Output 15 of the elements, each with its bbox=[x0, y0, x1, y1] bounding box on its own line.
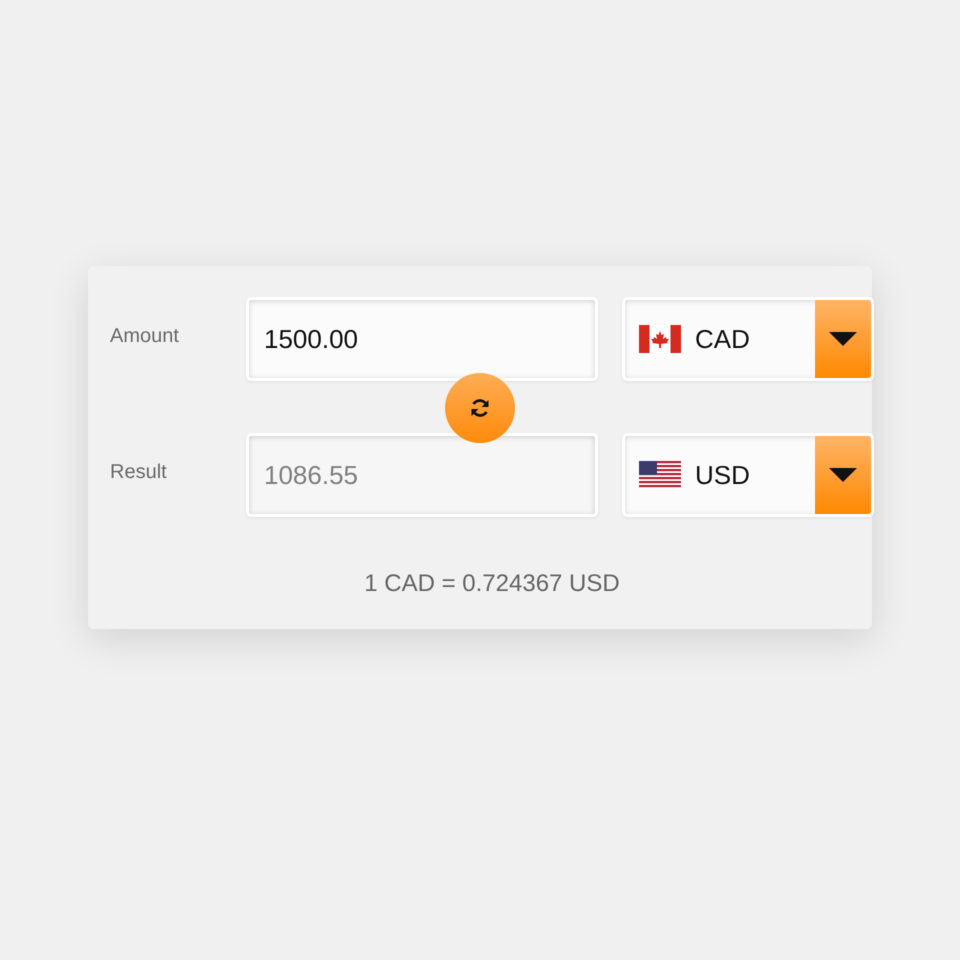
currency-select[interactable]: CAD bbox=[622, 297, 874, 381]
field-label: Amount bbox=[110, 324, 180, 348]
dropdown-toggle[interactable] bbox=[815, 436, 871, 514]
currency-code: CAD bbox=[695, 324, 751, 354]
currency-code: USD bbox=[695, 460, 751, 490]
exchange-rate: 1 CAD = 0.724367 USD bbox=[363, 569, 621, 599]
caret-icon bbox=[829, 468, 857, 482]
dropdown-toggle[interactable] bbox=[815, 300, 871, 378]
field-label: Result bbox=[110, 460, 168, 484]
currency-select[interactable]: USD bbox=[622, 433, 874, 517]
amount-field[interactable]: 1086.55 bbox=[246, 433, 598, 517]
caret-icon bbox=[829, 332, 857, 346]
flag-icon bbox=[639, 325, 681, 353]
flag-icon bbox=[639, 461, 681, 489]
amount-field[interactable]: 1500.00 bbox=[246, 297, 598, 381]
